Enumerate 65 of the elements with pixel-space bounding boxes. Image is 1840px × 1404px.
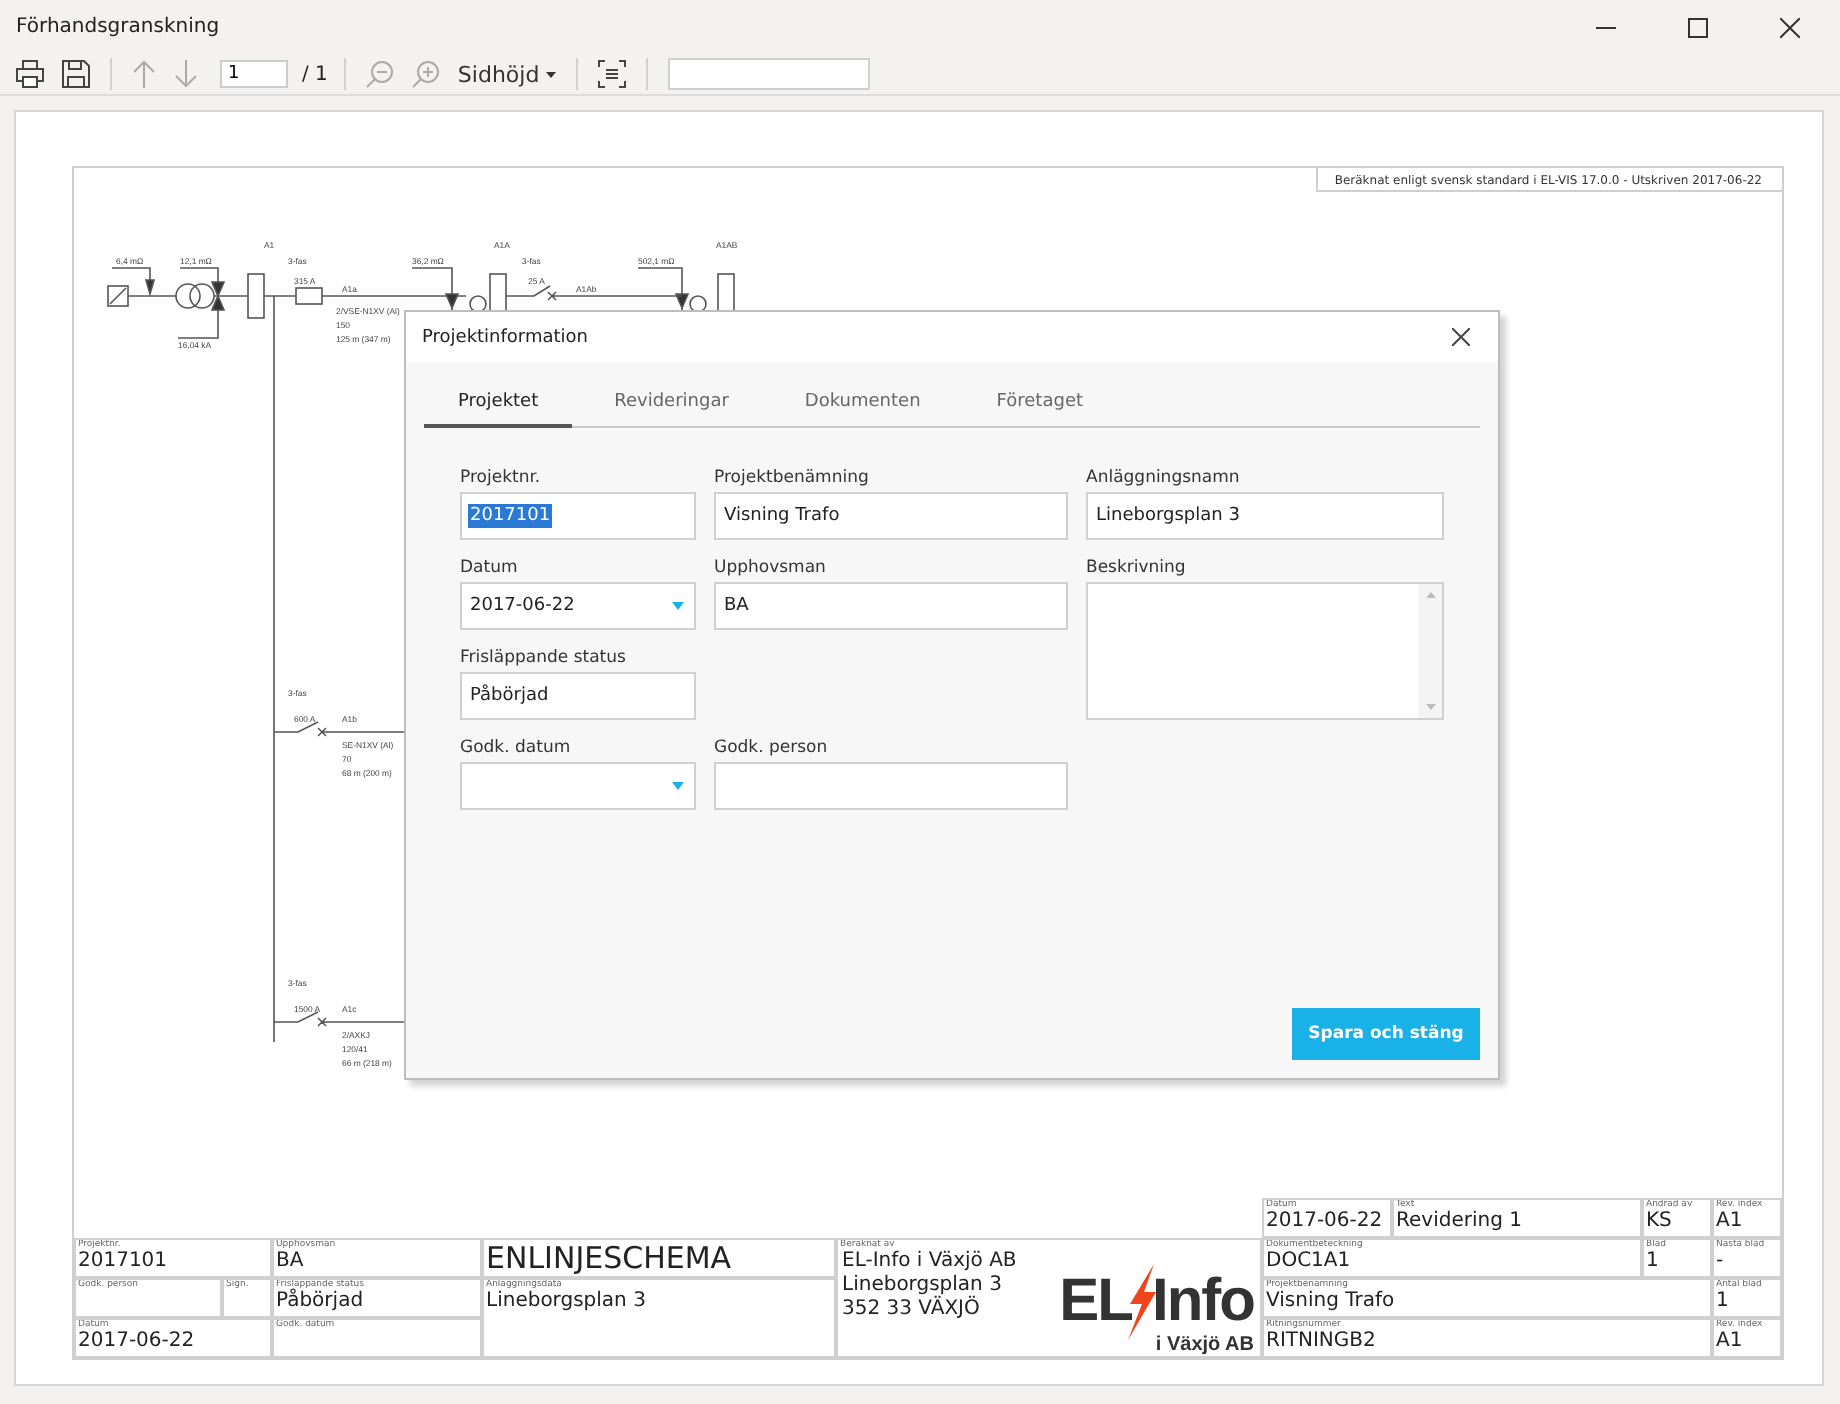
field-label: Projektbenämning [714,466,871,492]
field-value: Visning Trafo [1266,1290,1397,1314]
search-field[interactable] [667,58,870,90]
scroll-up-icon[interactable] [1425,592,1435,598]
down-arrow-icon[interactable] [174,60,198,88]
field-label: Godk. datum [460,736,573,762]
up-arrow-icon[interactable] [132,60,156,88]
field-value: - [1716,1250,1726,1274]
drawing-title: ENLINJESCHEMA [486,1240,734,1276]
input-field[interactable] [714,762,1068,810]
company-address-line: EL-Info i Växjö AB [842,1250,1017,1274]
zoom-in-icon[interactable] [411,60,440,88]
date-picker[interactable] [460,762,696,810]
tab[interactable]: Revideringar [580,382,763,428]
field-value: Påbörjad [276,1290,366,1314]
zoom-out-icon[interactable] [365,60,394,88]
field-label: Godk. person [714,736,830,762]
field-value: Lineborgsplan 3 [486,1290,648,1314]
company-address-line: Lineborgsplan 3 [842,1274,1004,1296]
field-value: KS [1646,1210,1674,1234]
fit-page-icon[interactable] [597,60,626,88]
dialog-title: Projektinformation [422,327,588,347]
field-label: Frisläppande status [460,646,628,672]
field-value: RITNINGB2 [1266,1330,1378,1354]
dropdown-caret-icon[interactable] [672,782,684,790]
field-value: 2017-06-22 [1266,1210,1385,1234]
field-value: 2017101 [78,1250,170,1274]
field-value: BA [276,1250,306,1274]
field-label: Datum [460,556,520,582]
input-field[interactable]: Visning Trafo [714,492,1068,540]
company-address-line: 352 33 VÄXJÖ [842,1298,982,1322]
zoom-dropdown[interactable]: Sidhöjd [453,61,560,87]
page-count: / 1 [302,63,328,85]
tab[interactable]: Projektet [424,382,573,428]
close-icon[interactable] [1780,17,1800,37]
field-value: A1 [1716,1210,1745,1234]
field-label: Upphovsman [714,556,828,582]
tab[interactable]: Dokumenten [770,382,955,428]
print-icon[interactable] [16,60,44,88]
field-value: A1 [1716,1330,1745,1354]
field-value: 1 [1716,1290,1731,1314]
date-picker[interactable]: 2017-06-22 [460,582,696,630]
input-field[interactable]: Påbörjad [460,672,696,720]
field-label: Anläggningsnamn [1086,466,1242,492]
dropdown-caret-icon[interactable] [672,602,684,610]
input-field[interactable]: 2017101 [460,492,696,540]
page-number-field[interactable]: 1 [220,60,288,88]
input-field[interactable]: BA [714,582,1068,630]
field-label: Beskrivning [1086,556,1188,582]
field-label: Projektnr. [460,466,543,492]
input-field[interactable]: Lineborgsplan 3 [1086,492,1444,540]
field-value: 2017-06-22 [78,1330,197,1354]
maximize-icon[interactable] [1688,17,1708,37]
company-logo: EL Info i Växjö AB [1059,1270,1254,1356]
caret-icon [545,71,556,77]
tab[interactable]: Företaget [962,382,1118,428]
field-value: DOC1A1 [1266,1250,1353,1274]
field-value: 1 [1646,1250,1661,1274]
save-icon[interactable] [62,60,90,88]
scroll-down-icon[interactable] [1425,704,1435,710]
field-value: Revidering 1 [1396,1210,1524,1234]
scrollbar[interactable] [1418,584,1442,718]
window-title: Förhandsgranskning [16,16,220,38]
close-icon[interactable] [1452,328,1470,346]
text-area[interactable] [1086,582,1444,720]
